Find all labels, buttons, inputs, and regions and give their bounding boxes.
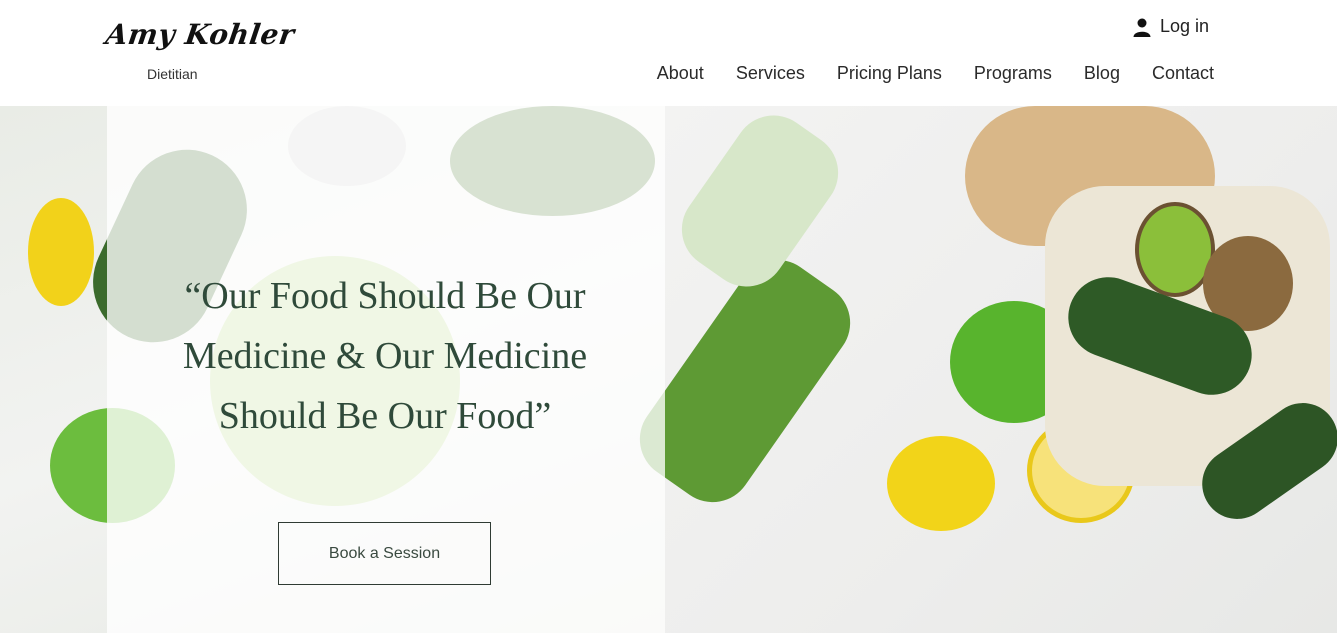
lemon-shape bbox=[28, 198, 94, 306]
site-header: Amy Kohler Dietitian Log in About Servic… bbox=[0, 0, 1337, 106]
main-nav: About Services Pricing Plans Programs Bl… bbox=[657, 63, 1214, 84]
nav-item-about[interactable]: About bbox=[657, 63, 704, 84]
brand-logo[interactable]: Amy Kohler bbox=[104, 18, 297, 51]
nav-item-services[interactable]: Services bbox=[736, 63, 805, 84]
hero-background-right bbox=[624, 106, 1337, 633]
hero-section: “Our Food Should Be Our Medicine & Our M… bbox=[0, 106, 1337, 633]
nav-item-programs[interactable]: Programs bbox=[974, 63, 1052, 84]
water-bottle-shape bbox=[666, 106, 854, 303]
nav-item-contact[interactable]: Contact bbox=[1152, 63, 1214, 84]
nav-item-pricing-plans[interactable]: Pricing Plans bbox=[837, 63, 942, 84]
brand-tagline: Dietitian bbox=[147, 66, 198, 82]
login-label: Log in bbox=[1160, 16, 1210, 36]
book-session-button[interactable]: Book a Session bbox=[278, 522, 491, 585]
nav-item-blog[interactable]: Blog bbox=[1084, 63, 1120, 84]
user-icon bbox=[1133, 18, 1151, 37]
lemon-whole-shape bbox=[887, 436, 995, 531]
login-button[interactable]: Log in bbox=[1132, 16, 1209, 37]
hero-quote: “Our Food Should Be Our Medicine & Our M… bbox=[182, 275, 588, 437]
